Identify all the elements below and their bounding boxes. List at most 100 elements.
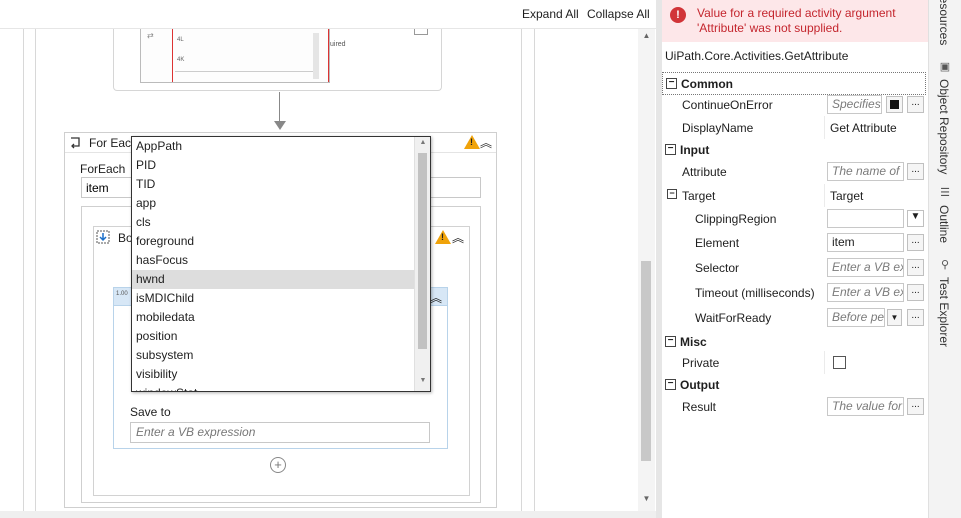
property-result: Result The value for ... (662, 395, 926, 418)
preview-row: 4K (177, 57, 185, 63)
connector-line (279, 92, 280, 122)
collapse-chevron-icon[interactable]: ︽ (430, 289, 442, 306)
sequence-border-left-inner (35, 29, 36, 518)
private-checkbox[interactable] (833, 356, 846, 369)
result-input[interactable]: The value for (827, 397, 904, 416)
outline-icon: ☰ (940, 187, 950, 199)
category-label: Common (681, 77, 733, 91)
color-swatch-button[interactable] (886, 96, 903, 113)
wait-for-ready-input[interactable]: Before pe (827, 308, 885, 327)
property-continue-on-error: ContinueOnError Specifies ... (662, 93, 926, 116)
designer-horizontal-scrollbar[interactable] (0, 511, 656, 518)
attribute-option[interactable]: PID (132, 156, 415, 175)
collapse-icon[interactable]: − (666, 78, 677, 89)
collapse-icon[interactable]: − (665, 144, 676, 155)
error-icon: ! (670, 7, 686, 23)
scroll-down-icon[interactable]: ▼ (415, 377, 430, 389)
get-attribute-icon: 1.00 (116, 291, 128, 297)
scroll-down-icon[interactable]: ▼ (638, 494, 655, 508)
add-activity-plus-icon[interactable]: + (270, 457, 286, 473)
activity-menu-button[interactable] (414, 29, 428, 35)
category-output[interactable]: − Output (662, 374, 926, 397)
attribute-option[interactable]: app (132, 194, 415, 213)
collapse-icon[interactable]: − (667, 189, 677, 199)
display-name-value[interactable]: Get Attribute (830, 121, 897, 135)
ellipsis-button[interactable]: ... (907, 398, 924, 415)
collapse-chevron-icon[interactable]: ︽ (452, 229, 464, 246)
tab-label: Test Explorer (937, 277, 951, 348)
error-message: Value for a required activity argument '… (697, 6, 896, 35)
attribute-option[interactable]: TID (132, 175, 415, 194)
properties-panel: ! Value for a required activity argument… (662, 0, 928, 518)
preview-divider (175, 71, 315, 72)
designer-vertical-scrollbar[interactable]: ▲ ▼ (638, 29, 655, 511)
ellipsis-button[interactable]: ... (907, 309, 924, 326)
warning-icon[interactable]: ! (464, 135, 480, 149)
attribute-option[interactable]: foreground (132, 232, 415, 251)
collapse-chevron-icon[interactable]: ︽ (480, 134, 492, 151)
collapse-icon[interactable]: − (665, 379, 676, 390)
selector-input[interactable]: Enter a VB ex (827, 258, 904, 277)
attribute-option[interactable]: isMDIChild (132, 289, 415, 308)
property-private: Private (662, 351, 926, 374)
scroll-up-icon[interactable]: ▲ (415, 139, 430, 151)
attribute-option[interactable]: subsystem (132, 346, 415, 365)
tab-label: Outline (937, 205, 951, 244)
designer-toolbar: Expand All Collapse All (0, 0, 656, 29)
connector-arrow-icon (274, 121, 286, 130)
preview-row: 4L (177, 37, 184, 43)
attribute-option[interactable]: position (132, 327, 415, 346)
timeout-input[interactable]: Enter a VB ex (827, 283, 904, 302)
ellipsis-button[interactable]: ... (907, 163, 924, 180)
column-divider (824, 351, 825, 374)
chevron-down-icon[interactable]: ▼ (907, 210, 924, 227)
property-name: Private (682, 356, 720, 370)
attribute-option[interactable]: AppPath (132, 137, 415, 156)
property-clipping-region: ClippingRegion ▼ (662, 207, 926, 230)
ellipsis-button[interactable]: ... (907, 259, 924, 276)
tab-object-repository[interactable]: ▣ Object Repository (935, 60, 955, 180)
previous-activity-card[interactable]: ⇄ 4L 4K uired (113, 29, 442, 91)
collapse-all-button[interactable]: Collapse All (587, 7, 650, 21)
attribute-options: AppPath PID TID app cls foreground hasFocus hwn… (132, 137, 415, 384)
tab-outline[interactable]: ☰ Outline (935, 186, 955, 250)
dropdown-scroll-thumb[interactable] (418, 153, 427, 349)
dropdown-scrollbar[interactable]: ▲ ▼ (414, 137, 430, 391)
tab-test-explorer[interactable]: ⚲ Test Explorer (935, 258, 955, 348)
sequence-border-right (534, 29, 535, 518)
designer-scroll-thumb[interactable] (641, 261, 651, 461)
property-attribute: Attribute The name of ... (662, 160, 926, 183)
save-to-input[interactable]: Enter a VB expression (130, 422, 430, 443)
attribute-option[interactable]: hasFocus (132, 251, 415, 270)
continue-on-error-input[interactable]: Specifies (827, 95, 882, 114)
element-input[interactable]: item (827, 233, 904, 252)
category-label: Input (680, 143, 710, 157)
category-common[interactable]: − Common (662, 72, 926, 95)
attribute-option[interactable]: visibility (132, 365, 415, 384)
clipping-region-input[interactable] (827, 209, 904, 228)
attribute-option[interactable]: mobiledata (132, 308, 415, 327)
chevron-down-icon[interactable]: ▼ (887, 309, 902, 326)
property-name: WaitForReady (695, 311, 772, 325)
property-wait-for-ready: WaitForReady Before pe ▼ ... (662, 306, 926, 329)
collapse-icon[interactable]: − (665, 336, 676, 347)
attribute-option-partial[interactable]: windowStat (132, 384, 415, 391)
attribute-option[interactable]: hwnd (132, 270, 415, 289)
category-input[interactable]: − Input (662, 139, 926, 162)
expand-all-button[interactable]: Expand All (522, 7, 579, 21)
ellipsis-button[interactable]: ... (907, 234, 924, 251)
ellipsis-button[interactable]: ... (907, 284, 924, 301)
attribute-input[interactable]: The name of (827, 162, 904, 181)
attribute-option[interactable]: cls (132, 213, 415, 232)
scroll-up-icon[interactable]: ▲ (638, 31, 655, 45)
attribute-dropdown-list[interactable]: AppPath PID TID app cls foreground hasFocus hwn… (131, 136, 431, 392)
tab-resources[interactable]: Resources (935, 0, 955, 52)
property-name: Attribute (682, 165, 727, 179)
ellipsis-button[interactable]: ... (907, 96, 924, 113)
preview-red-line (172, 29, 173, 82)
warning-icon[interactable]: ! (435, 230, 451, 244)
object-repository-icon: ▣ (939, 61, 951, 73)
property-selector: Selector Enter a VB ex ... (662, 256, 926, 279)
workflow-designer[interactable]: Expand All Collapse All ⇄ 4L 4K uired Fo… (0, 0, 656, 518)
property-name: Target (682, 189, 716, 203)
